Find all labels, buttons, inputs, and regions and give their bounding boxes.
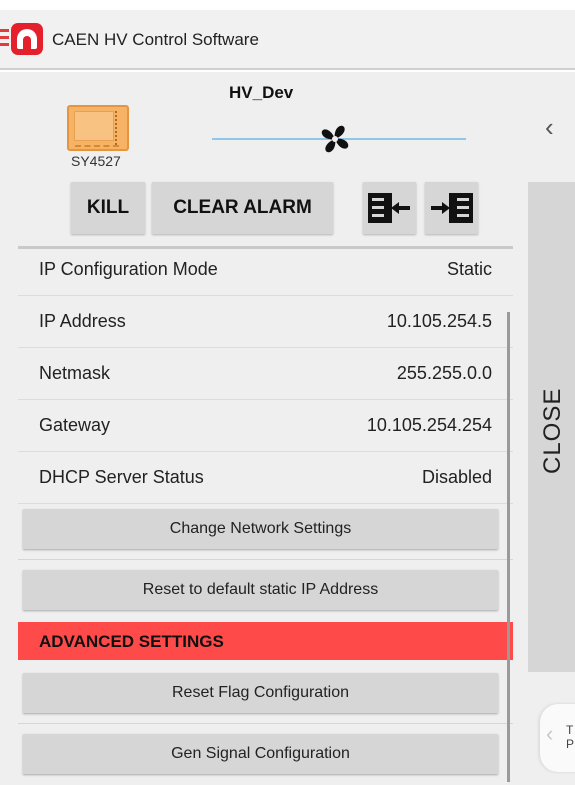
setting-row-dhcp[interactable]: DHCP Server Status Disabled	[18, 452, 513, 504]
setting-value: 10.105.254.254	[366, 415, 492, 435]
menu-icon[interactable]	[0, 29, 9, 47]
setting-label: Gateway	[39, 415, 111, 435]
clear-alarm-button[interactable]: CLEAR ALARM	[152, 182, 333, 234]
import-icon	[431, 193, 473, 223]
separator	[18, 723, 513, 724]
setting-row-ip-address[interactable]: IP Address 10.105.254.5	[18, 296, 513, 348]
kill-button[interactable]: KILL	[71, 182, 145, 234]
chevron-left-icon[interactable]: ‹	[545, 112, 554, 143]
app-title: CAEN HV Control Software	[52, 30, 259, 49]
crate-icon[interactable]	[67, 105, 129, 151]
separator	[18, 559, 513, 560]
setting-value: 10.105.254.5	[386, 311, 492, 331]
setting-label: Netmask	[39, 363, 111, 383]
setting-value: Static	[446, 259, 492, 279]
setting-row-ip-mode[interactable]: IP Configuration Mode Static	[18, 244, 513, 296]
title-bar: CAEN HV Control Software	[0, 10, 575, 70]
advanced-settings-title: ADVANCED SETTINGS	[39, 632, 224, 651]
side-drawer-tab[interactable]: ‹ TP	[540, 704, 575, 772]
export-icon	[368, 193, 410, 223]
close-label: CLOSE	[539, 387, 566, 474]
fan-icon	[321, 125, 349, 153]
crate-model-label: SY4527	[71, 153, 121, 169]
device-panel: HV_Dev SY4527 ‹ KILL CLEAR ALARM CLOSE I…	[0, 72, 575, 785]
setting-label: IP Address	[39, 311, 126, 331]
reset-flag-configuration-button[interactable]: Reset Flag Configuration	[23, 673, 498, 713]
gen-signal-configuration-button[interactable]: Gen Signal Configuration	[23, 734, 498, 774]
change-network-settings-button[interactable]: Change Network Settings	[23, 509, 498, 549]
scrollbar[interactable]	[507, 312, 510, 782]
caen-logo	[11, 23, 43, 55]
setting-row-netmask[interactable]: Netmask 255.255.0.0	[18, 348, 513, 400]
setting-label: DHCP Server Status	[39, 467, 204, 487]
device-name: HV_Dev	[229, 83, 294, 102]
setting-label: IP Configuration Mode	[39, 259, 218, 279]
chevron-left-icon: ‹	[546, 721, 554, 746]
setting-row-gateway[interactable]: Gateway 10.105.254.254	[18, 400, 513, 452]
setting-value: Disabled	[421, 467, 492, 487]
close-panel-button[interactable]: CLOSE	[528, 182, 575, 672]
app-screen: CAEN HV Control Software HV_Dev SY4527 ‹…	[0, 0, 575, 785]
export-config-button[interactable]	[363, 182, 416, 234]
setting-value: 255.255.0.0	[396, 363, 492, 383]
side-drawer-text: TP	[566, 723, 575, 751]
reset-static-ip-button[interactable]: Reset to default static IP Address	[23, 570, 498, 610]
advanced-settings-header: ADVANCED SETTINGS	[18, 622, 513, 660]
import-config-button[interactable]	[425, 182, 478, 234]
